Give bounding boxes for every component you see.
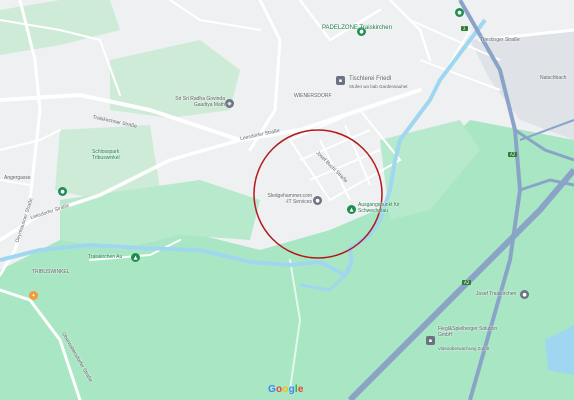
- poi-ausgangspunkt[interactable]: Ausgangspunkt für Schwechatau: [358, 202, 413, 215]
- fiegl-pin-icon[interactable]: ▪: [426, 336, 435, 345]
- poi-schlosspark[interactable]: Schlosspark Tribuswinkel: [92, 149, 147, 162]
- map-canvas[interactable]: Traiskirchner Straße Leesdorfer Straße L…: [0, 0, 574, 400]
- traisen-pin-icon[interactable]: ▲: [131, 253, 140, 262]
- schlosspark-pin-icon[interactable]: ●: [58, 187, 67, 196]
- district-label-wienersdorf: WIENERSDORF: [294, 93, 332, 99]
- store-pin-icon[interactable]: ▪: [336, 76, 345, 85]
- highway-shield-low: A2: [462, 280, 472, 285]
- highway-shield-top: 2: [461, 26, 468, 31]
- poi-sledgehammer[interactable]: Sledgehammer.com -IT Services: [266, 193, 312, 206]
- sledgehammer-pin-icon[interactable]: ●: [313, 196, 322, 205]
- temple-pin-icon[interactable]: ◉: [225, 99, 234, 108]
- ausgangspunkt-pin-icon[interactable]: ▲: [347, 205, 356, 214]
- poi-tischlerei[interactable]: Tischlerei Friedl: [349, 76, 391, 83]
- poi-radha[interactable]: Sri Sri Radha Govinda Gaudiya Math: [170, 96, 225, 109]
- street-label-triestinger: Triestinger Straße: [480, 37, 520, 43]
- poi-fiegl[interactable]: Fiegl&Spielberger Solution GmbH: [438, 326, 508, 339]
- josef-pin-icon[interactable]: ●: [520, 290, 529, 299]
- park-pin-icon[interactable]: ●: [455, 8, 464, 17]
- poi-traisen[interactable]: Traiskirchen Au: [88, 254, 122, 261]
- highway-shield-mid: A2: [508, 152, 518, 157]
- poi-tischlerei-sub: Stufen wo bab Gardensauhet: [349, 84, 408, 89]
- google-attribution: Google: [268, 384, 304, 395]
- district-label-tribuswinkel: TRIBUSWINKEL: [32, 269, 70, 275]
- place-label-natschbach: Natschbach: [540, 75, 567, 81]
- poi-fiegl-sub: Videoüberwachung Zutritt: [438, 346, 490, 351]
- poi-josef[interactable]: Josef Traiskirchen: [476, 291, 516, 298]
- poi-padelzone[interactable]: PADELZONE Traiskirchen: [322, 25, 392, 32]
- street-label-angergasse: Angergasse: [4, 175, 31, 181]
- restaurant-pin-icon[interactable]: ✦: [29, 291, 38, 300]
